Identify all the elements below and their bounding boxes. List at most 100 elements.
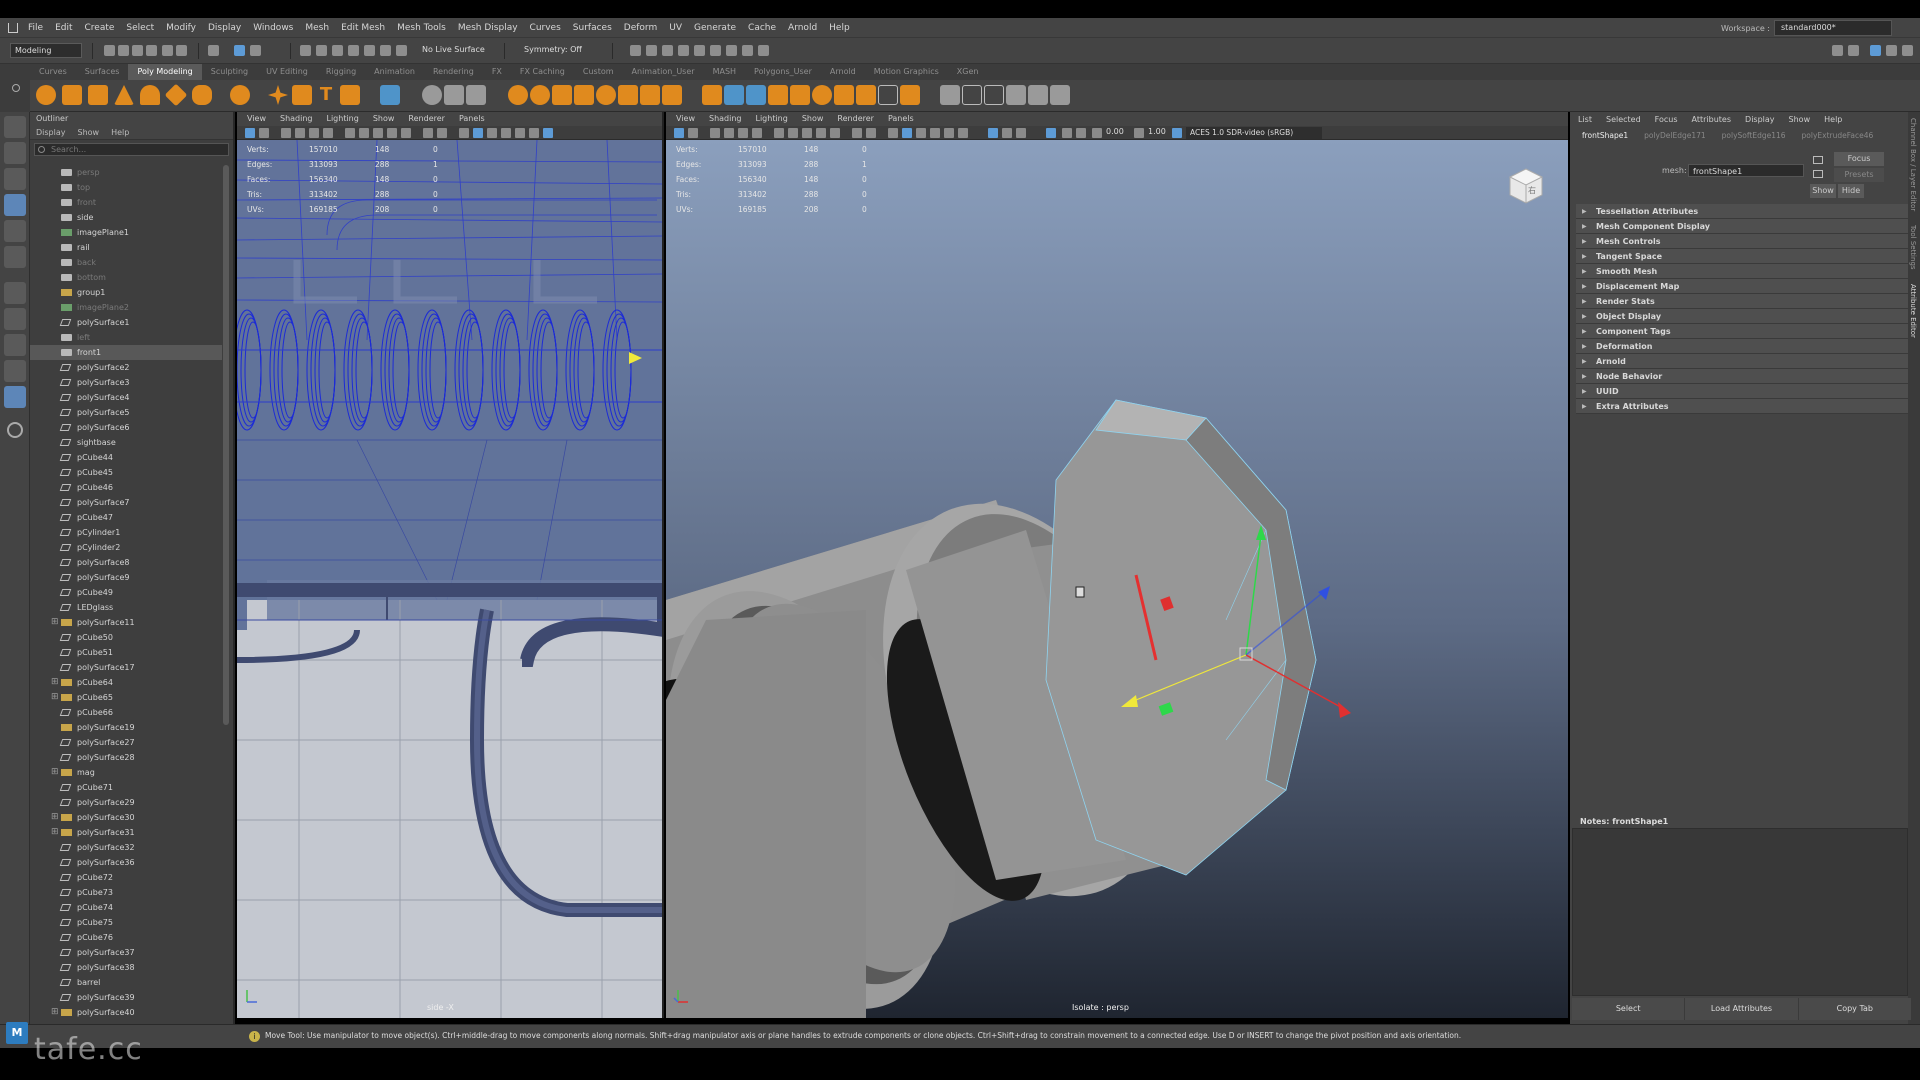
- menu-edit-mesh[interactable]: Edit Mesh: [335, 18, 391, 38]
- outliner-item[interactable]: pCube45: [30, 465, 222, 480]
- shelf-tab-polygons-user[interactable]: Polygons_User: [745, 64, 821, 80]
- smooth-shade-icon[interactable]: [902, 128, 912, 138]
- outliner-item[interactable]: polySurface3: [30, 375, 222, 390]
- outliner-item[interactable]: pCube49: [30, 585, 222, 600]
- workspace-dropdown[interactable]: standard000*: [1774, 20, 1892, 36]
- exposure-value[interactable]: 0.00: [1106, 127, 1124, 136]
- render-settings-icon[interactable]: [662, 45, 673, 56]
- outliner-scrollbar[interactable]: [223, 165, 229, 725]
- film-gate-icon[interactable]: [788, 128, 798, 138]
- outliner-item[interactable]: polySurface8: [30, 555, 222, 570]
- menu-modify[interactable]: Modify: [160, 18, 202, 38]
- light-editor-icon[interactable]: [726, 45, 737, 56]
- outliner-item[interactable]: polySurface2: [30, 360, 222, 375]
- outliner-item[interactable]: polySurface1: [30, 315, 222, 330]
- load-attributes-button[interactable]: Load Attributes: [1685, 998, 1799, 1020]
- outliner-item[interactable]: ⊞ pCube65: [30, 690, 222, 705]
- field-chart-icon[interactable]: [830, 128, 840, 138]
- outliner-item[interactable]: polySurface19: [30, 720, 222, 735]
- arnold-render-icon[interactable]: [742, 45, 753, 56]
- shelf-tab-custom[interactable]: Custom: [574, 64, 623, 80]
- separate-icon[interactable]: [530, 85, 550, 105]
- focus-button[interactable]: Focus: [1834, 152, 1884, 166]
- outliner-item[interactable]: pCube47: [30, 510, 222, 525]
- poly-cone-icon[interactable]: [114, 85, 134, 105]
- workspace-selector[interactable]: Workspace : standard000*: [1721, 20, 1892, 36]
- show-button[interactable]: Show: [1810, 184, 1836, 198]
- gate-mask-icon[interactable]: [387, 128, 397, 138]
- four-view-icon[interactable]: [4, 334, 26, 356]
- attr-tab-1[interactable]: polyDelEdge171: [1644, 131, 1706, 140]
- attr-section-tessellation-attributes[interactable]: Tessellation Attributes: [1576, 204, 1914, 219]
- smooth-shade-icon[interactable]: [473, 128, 483, 138]
- poly-sphere-icon[interactable]: [36, 85, 56, 105]
- view-cube-icon[interactable]: 右: [1504, 165, 1546, 207]
- select-camera-icon[interactable]: [674, 128, 684, 138]
- single-view-icon[interactable]: [4, 308, 26, 330]
- wireframe-icon[interactable]: [459, 128, 469, 138]
- xray-joints-icon[interactable]: [1016, 128, 1026, 138]
- attr-tab-0[interactable]: frontShape1: [1582, 131, 1628, 140]
- viewport-menu-lighting[interactable]: Lighting: [326, 114, 358, 123]
- outliner-item[interactable]: polySurface42: [30, 1020, 222, 1021]
- attr-section-mesh-controls[interactable]: Mesh Controls: [1576, 234, 1914, 249]
- expand-icon[interactable]: ⊞: [51, 765, 59, 780]
- outliner-menu-display[interactable]: Display: [36, 128, 66, 137]
- menu-deform[interactable]: Deform: [618, 18, 663, 38]
- pause-icon[interactable]: [758, 45, 769, 56]
- expand-icon[interactable]: ⊞: [51, 1005, 59, 1020]
- ipr-render-icon[interactable]: [646, 45, 657, 56]
- outliner-item[interactable]: polySurface29: [30, 795, 222, 810]
- select-component-icon[interactable]: [250, 45, 261, 56]
- poly-cube-icon[interactable]: [62, 85, 82, 105]
- attr-section-tangent-space[interactable]: Tangent Space: [1576, 249, 1914, 264]
- exposure-icon[interactable]: [1092, 128, 1102, 138]
- lasso-tool-icon[interactable]: [4, 142, 26, 164]
- viewport-menu-renderer[interactable]: Renderer: [408, 114, 445, 123]
- menu-create[interactable]: Create: [79, 18, 121, 38]
- outliner-layout-icon[interactable]: [4, 386, 26, 408]
- expand-icon[interactable]: ⊞: [51, 825, 59, 840]
- last-tool-icon[interactable]: [4, 282, 26, 304]
- outliner-search-input[interactable]: Search...: [34, 143, 229, 156]
- sidebar-toggle-icon[interactable]: [1848, 45, 1859, 56]
- outliner-item[interactable]: imagePlane2: [30, 300, 222, 315]
- mesh-name-field[interactable]: frontShape1: [1688, 164, 1804, 177]
- ao-icon[interactable]: [1062, 128, 1072, 138]
- gamma-value[interactable]: 1.00: [1148, 127, 1166, 136]
- menu-help[interactable]: Help: [823, 18, 856, 38]
- shelf-tab-curves[interactable]: Curves: [30, 64, 76, 80]
- platonic-solid-icon[interactable]: [230, 85, 250, 105]
- menu-windows[interactable]: Windows: [247, 18, 299, 38]
- sculpt-icon[interactable]: [422, 85, 442, 105]
- lights-icon[interactable]: [944, 128, 954, 138]
- outliner-item[interactable]: pCube51: [30, 645, 222, 660]
- side-view-canvas[interactable]: [237, 140, 664, 1018]
- super-shape-icon[interactable]: [268, 85, 288, 105]
- open-scene-icon[interactable]: [118, 45, 129, 56]
- expand-icon[interactable]: ⊞: [51, 615, 59, 630]
- smooth-count-icon[interactable]: [466, 85, 486, 105]
- boolean-union-icon[interactable]: [574, 85, 594, 105]
- outliner-item[interactable]: left: [30, 330, 222, 345]
- extract-icon[interactable]: [552, 85, 572, 105]
- snap-grid-icon[interactable]: [300, 45, 311, 56]
- tool-settings-tab[interactable]: Tool Settings: [1909, 225, 1917, 270]
- motion-blur-icon[interactable]: [1076, 128, 1086, 138]
- resolution-gate-icon[interactable]: [373, 128, 383, 138]
- attr-section-render-stats[interactable]: Render Stats: [1576, 294, 1914, 309]
- attr-section-extra-attributes[interactable]: Extra Attributes: [1576, 399, 1914, 414]
- two-d-pan-icon[interactable]: [738, 128, 748, 138]
- wireframe-on-shaded-icon[interactable]: [916, 128, 926, 138]
- snap-vertex-icon[interactable]: [380, 45, 391, 56]
- menu-edit[interactable]: Edit: [49, 18, 78, 38]
- multi-cut-icon[interactable]: [940, 85, 960, 105]
- attr-tab-3[interactable]: polyExtrudeFace46: [1802, 131, 1874, 140]
- shelf-tab-poly-modeling[interactable]: Poly Modeling: [128, 64, 202, 80]
- shelf-tab-rigging[interactable]: Rigging: [317, 64, 365, 80]
- viewport-menu-renderer[interactable]: Renderer: [837, 114, 874, 123]
- snap-surface-icon[interactable]: [364, 45, 375, 56]
- sweep-mesh-icon[interactable]: [292, 85, 312, 105]
- outliner-item[interactable]: polySurface5: [30, 405, 222, 420]
- menu-cache[interactable]: Cache: [742, 18, 782, 38]
